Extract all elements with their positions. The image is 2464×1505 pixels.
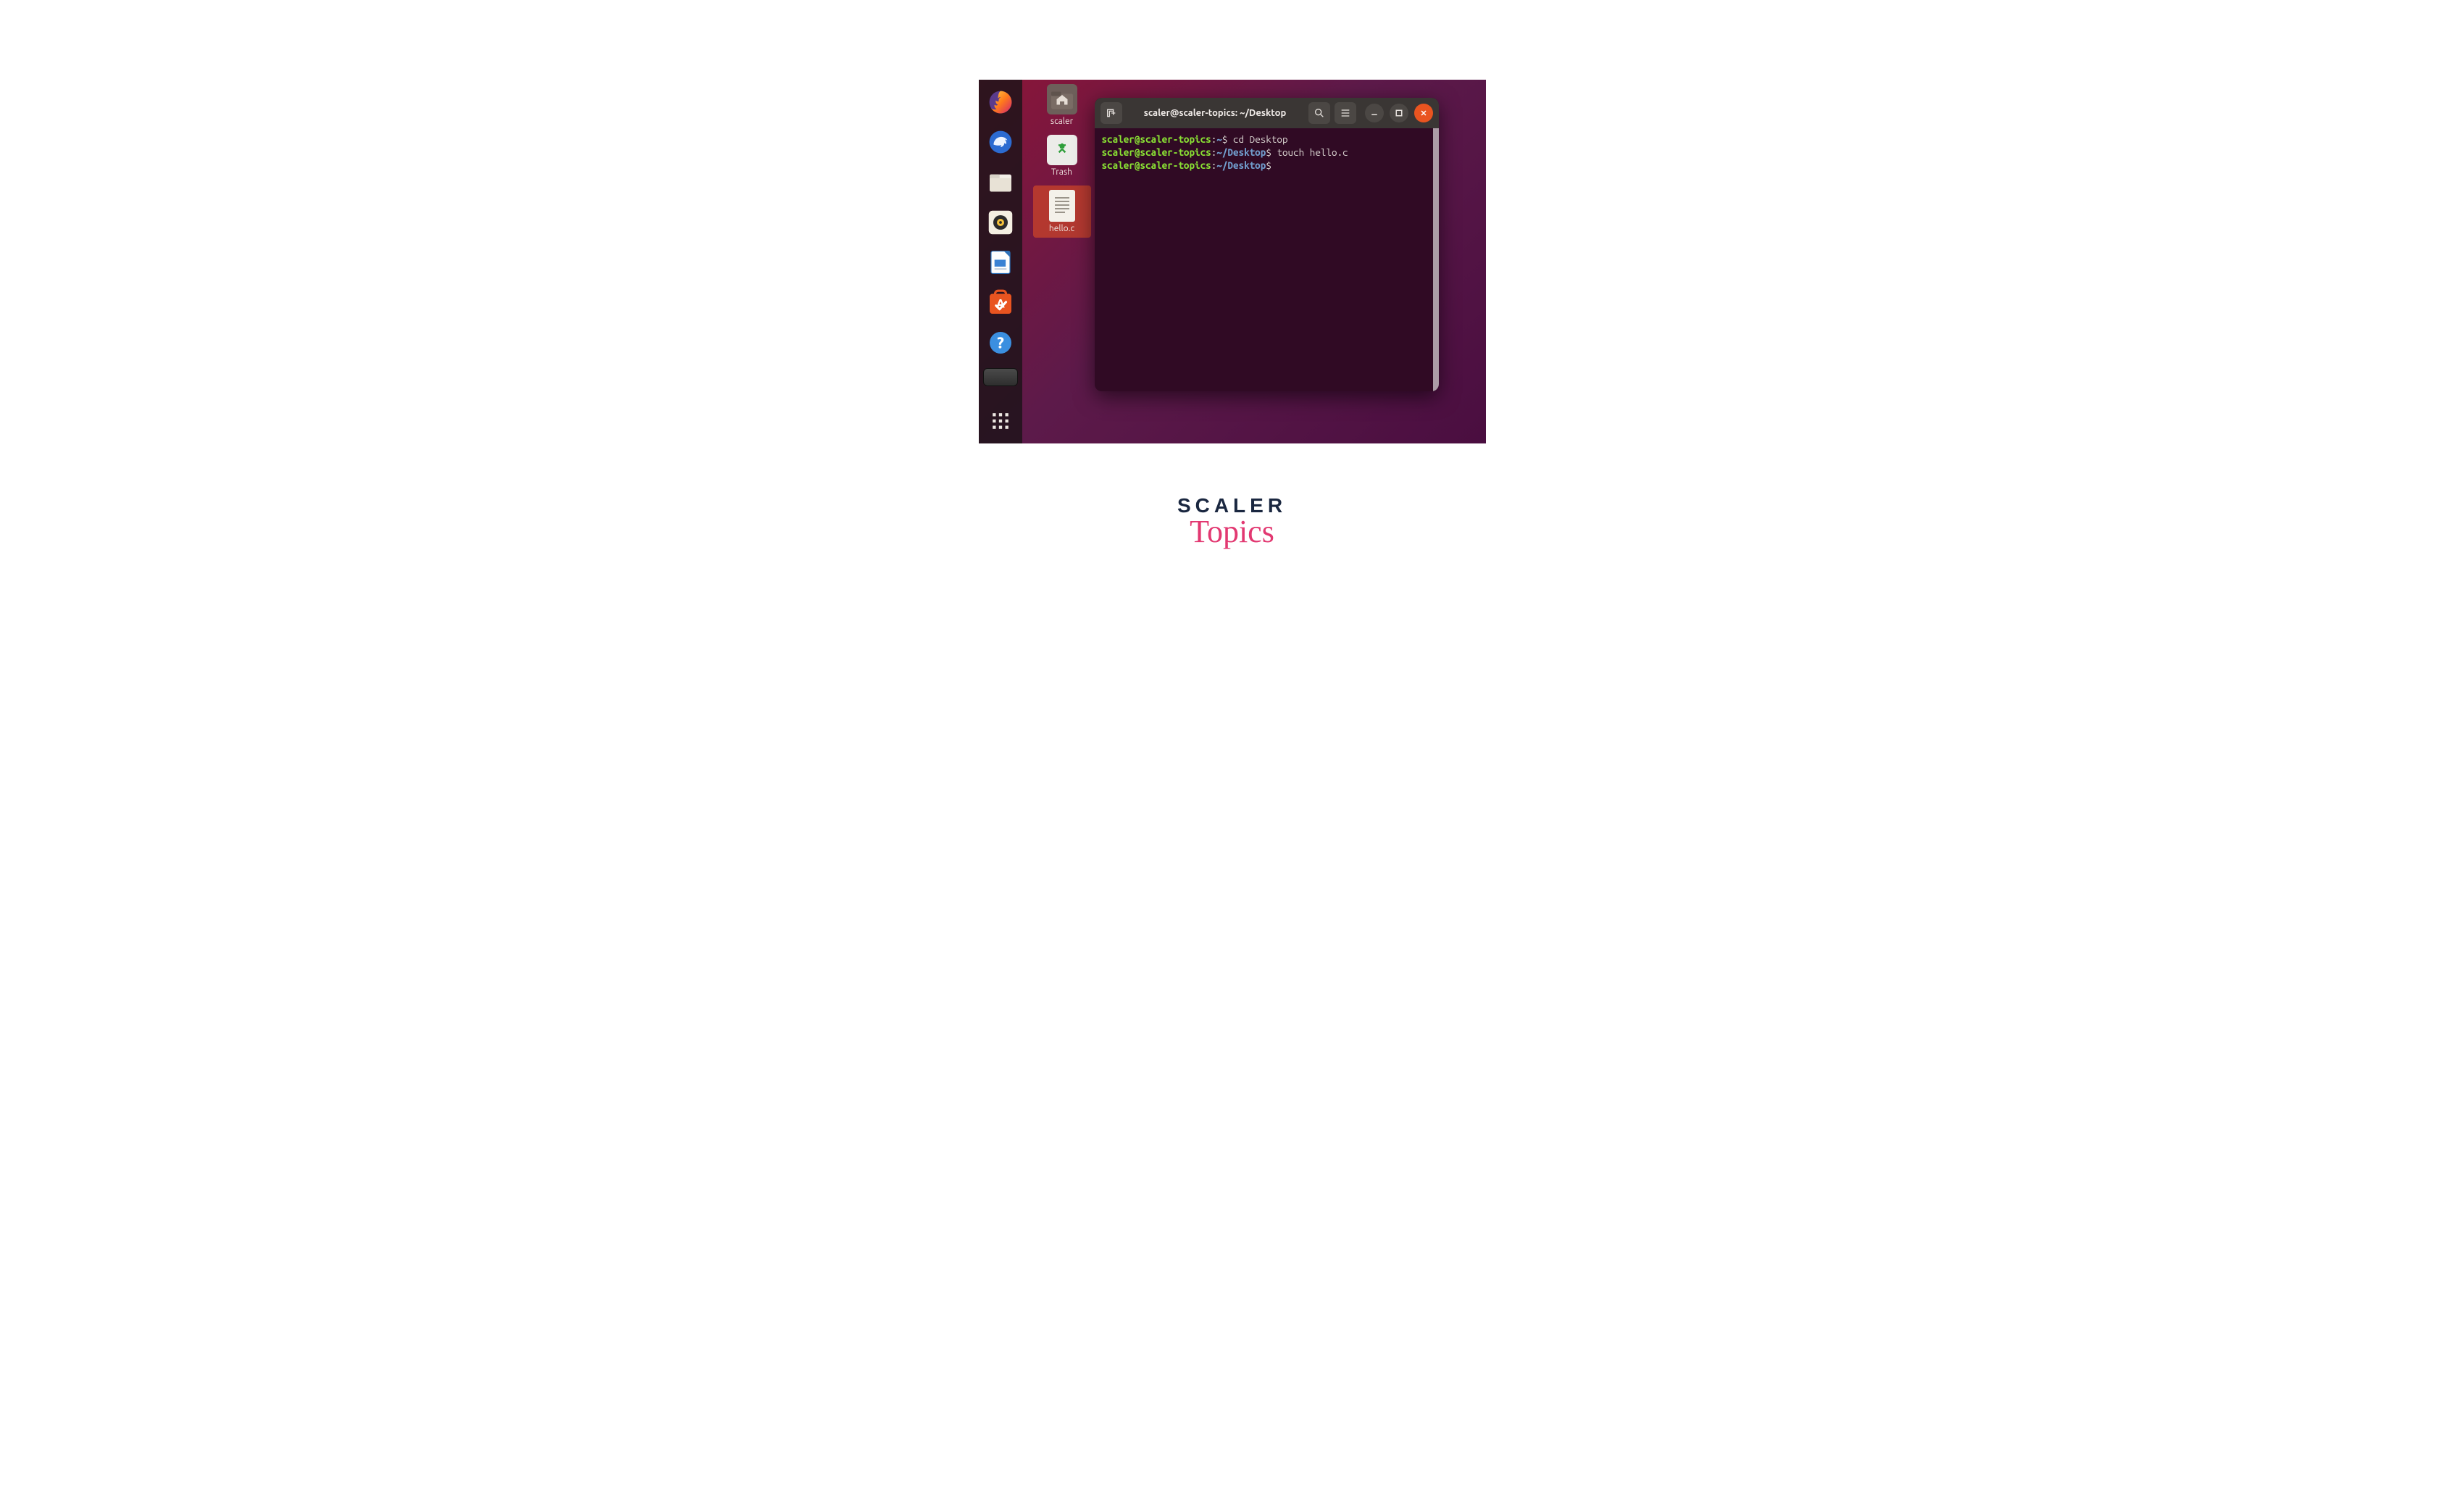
- window-title: scaler@scaler-topics: ~/Desktop: [1127, 108, 1304, 118]
- desktop-icon-label: hello.c: [1049, 224, 1074, 233]
- desktop-icon-home[interactable]: scaler: [1033, 84, 1091, 126]
- hamburger-menu-button[interactable]: [1335, 102, 1356, 124]
- prompt-user: scaler@scaler-topics: [1102, 146, 1211, 158]
- trash-icon: [1047, 135, 1077, 165]
- desktop-icons: scaler Trash hel: [1033, 84, 1091, 238]
- terminal-body[interactable]: scaler@scaler-topics:~$ cd Desktop scale…: [1095, 128, 1439, 391]
- terminal-line: scaler@scaler-topics:~/Desktop$: [1102, 159, 1432, 172]
- prompt-path: ~/Desktop: [1216, 159, 1266, 171]
- desktop-icon-label: Trash: [1051, 167, 1072, 177]
- dock-ubuntu-software[interactable]: A: [985, 288, 1016, 317]
- terminal-command: touch hello.c: [1277, 146, 1348, 158]
- terminal-line: scaler@scaler-topics:~$ cd Desktop: [1102, 133, 1432, 146]
- prompt-user: scaler@scaler-topics: [1102, 133, 1211, 145]
- terminal-line: scaler@scaler-topics:~/Desktop$ touch he…: [1102, 146, 1432, 159]
- dock-help[interactable]: ?: [985, 328, 1016, 358]
- terminal-scrollbar[interactable]: [1433, 128, 1439, 391]
- desktop-icon-label: scaler: [1051, 117, 1073, 126]
- terminal-titlebar[interactable]: scaler@scaler-topics: ~/Desktop: [1095, 98, 1439, 128]
- home-folder-icon: [1047, 84, 1077, 114]
- new-tab-button[interactable]: [1101, 102, 1122, 124]
- search-button[interactable]: [1308, 102, 1330, 124]
- svg-text:?: ?: [997, 335, 1004, 352]
- dock: A ?: [979, 80, 1022, 443]
- prompt-user: scaler@scaler-topics: [1102, 159, 1211, 171]
- dock-libreoffice-writer[interactable]: [985, 248, 1016, 278]
- desktop-icon-trash[interactable]: Trash: [1033, 135, 1091, 177]
- dock-rhythmbox[interactable]: [985, 207, 1016, 237]
- logo-text-bottom: Topics: [1177, 513, 1287, 550]
- maximize-button[interactable]: [1390, 104, 1408, 122]
- terminal-window: scaler@scaler-topics: ~/Desktop: [1095, 98, 1439, 391]
- text-file-icon: [1049, 190, 1075, 222]
- ubuntu-desktop: A ?: [979, 80, 1486, 443]
- desktop-icon-hello-c[interactable]: hello.c: [1033, 185, 1091, 238]
- dock-terminal-running[interactable]: [983, 368, 1018, 386]
- terminal-command: cd Desktop: [1233, 133, 1288, 145]
- minimize-button[interactable]: [1365, 104, 1384, 122]
- prompt-path: ~/Desktop: [1216, 146, 1266, 158]
- dock-files[interactable]: [985, 167, 1016, 197]
- show-applications-button[interactable]: [985, 407, 1016, 436]
- prompt-path: ~: [1216, 133, 1222, 145]
- scaler-topics-logo: SCALER Topics: [1177, 494, 1287, 550]
- dock-thunderbird[interactable]: [985, 127, 1016, 157]
- close-button[interactable]: [1414, 104, 1433, 122]
- dock-firefox[interactable]: [985, 87, 1016, 117]
- svg-text:A: A: [996, 297, 1005, 310]
